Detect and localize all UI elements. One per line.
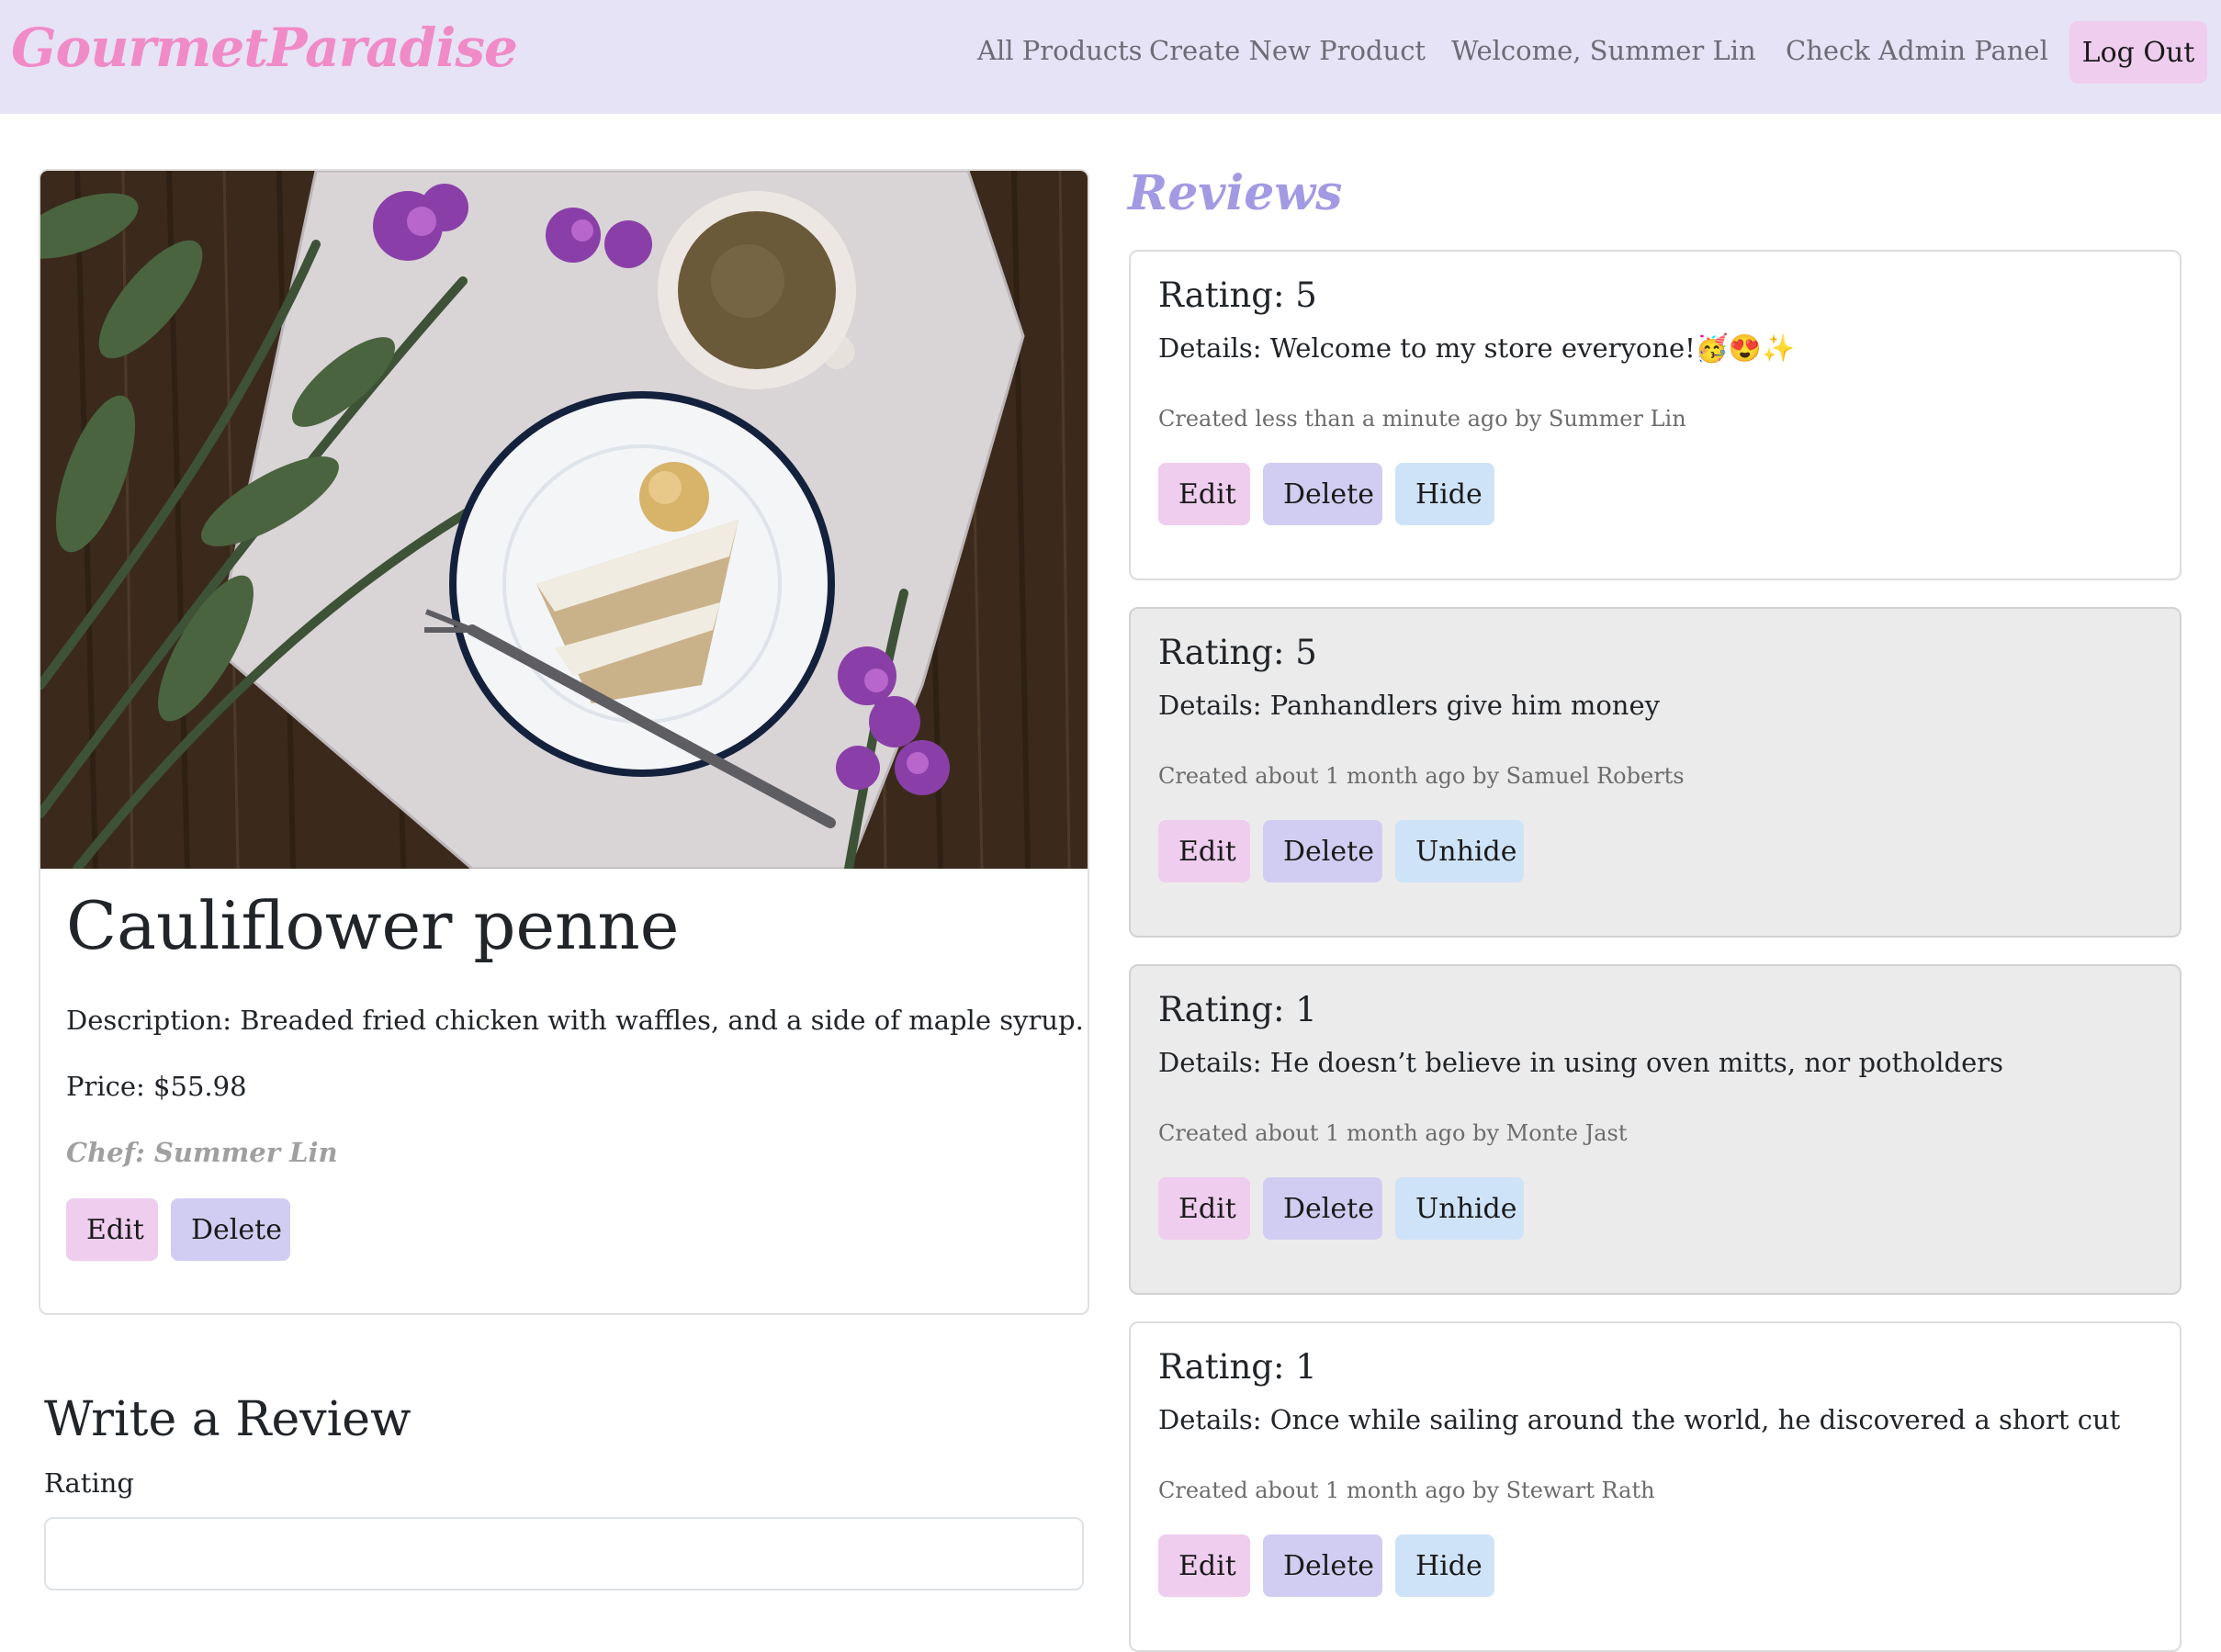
review-rating: Rating: 5 bbox=[1158, 275, 1317, 315]
review-card: Rating: 1 Details: He doesn’t believe in… bbox=[1129, 964, 2182, 1295]
product-image bbox=[40, 171, 1088, 869]
review-meta: Created about 1 month ago by Monte Jast bbox=[1158, 1120, 1628, 1146]
nav-admin-panel[interactable]: Check Admin Panel bbox=[1786, 35, 2048, 66]
review-card: Rating: 5 Details: Welcome to my store e… bbox=[1129, 250, 2182, 580]
review-unhide-button[interactable]: Unhide bbox=[1395, 820, 1524, 882]
review-hide-button[interactable]: Hide bbox=[1395, 463, 1494, 525]
product-chef: Chef: Summer Lin bbox=[66, 1137, 338, 1168]
rating-input[interactable] bbox=[44, 1517, 1084, 1590]
brand-logo[interactable]: GourmetParadise bbox=[11, 17, 518, 79]
review-rating: Rating: 5 bbox=[1158, 633, 1317, 672]
review-card: Rating: 5 Details: Panhandlers give him … bbox=[1129, 607, 2182, 938]
nav-create-product[interactable]: Create New Product bbox=[1149, 35, 1426, 66]
review-edit-button[interactable]: Edit bbox=[1158, 463, 1250, 525]
review-delete-button[interactable]: Delete bbox=[1263, 820, 1382, 882]
review-rating: Rating: 1 bbox=[1158, 1347, 1317, 1387]
review-edit-button[interactable]: Edit bbox=[1158, 1177, 1250, 1240]
review-edit-button[interactable]: Edit bbox=[1158, 1534, 1250, 1597]
product-price: Price: $55.98 bbox=[66, 1071, 247, 1102]
product-delete-button[interactable]: Delete bbox=[171, 1198, 290, 1261]
product-title: Cauliflower penne bbox=[66, 887, 680, 964]
review-details: Details: Panhandlers give him money bbox=[1158, 690, 1661, 721]
write-review-title: Write a Review bbox=[44, 1392, 412, 1447]
review-meta: Created about 1 month ago by Samuel Robe… bbox=[1158, 763, 1685, 789]
nav-welcome-user[interactable]: Welcome, Summer Lin bbox=[1451, 35, 1756, 66]
review-hide-button[interactable]: Hide bbox=[1395, 1534, 1494, 1597]
nav-all-products[interactable]: All Products bbox=[977, 35, 1143, 66]
rating-label: Rating bbox=[44, 1467, 134, 1499]
review-edit-button[interactable]: Edit bbox=[1158, 820, 1250, 882]
review-delete-button[interactable]: Delete bbox=[1263, 463, 1382, 525]
logout-button[interactable]: Log Out bbox=[2069, 21, 2207, 84]
review-delete-button[interactable]: Delete bbox=[1263, 1534, 1382, 1597]
review-details: Details: He doesn’t believe in using ove… bbox=[1158, 1047, 2004, 1078]
review-rating: Rating: 1 bbox=[1158, 990, 1317, 1029]
review-delete-button[interactable]: Delete bbox=[1263, 1177, 1382, 1240]
product-description: Description: Breaded fried chicken with … bbox=[66, 1005, 1084, 1036]
review-meta: Created less than a minute ago by Summer… bbox=[1158, 406, 1686, 432]
reviews-title: Reviews bbox=[1128, 165, 1343, 221]
review-meta: Created about 1 month ago by Stewart Rat… bbox=[1158, 1478, 1655, 1503]
review-details: Details: Once while sailing around the w… bbox=[1158, 1404, 2121, 1435]
product-edit-button[interactable]: Edit bbox=[66, 1198, 158, 1261]
review-details: Details: Welcome to my store everyone!🥳😍… bbox=[1158, 332, 1796, 364]
review-card: Rating: 1 Details: Once while sailing ar… bbox=[1129, 1321, 2182, 1652]
navbar: GourmetParadise All Products Create New … bbox=[0, 0, 2221, 114]
review-unhide-button[interactable]: Unhide bbox=[1395, 1177, 1524, 1240]
